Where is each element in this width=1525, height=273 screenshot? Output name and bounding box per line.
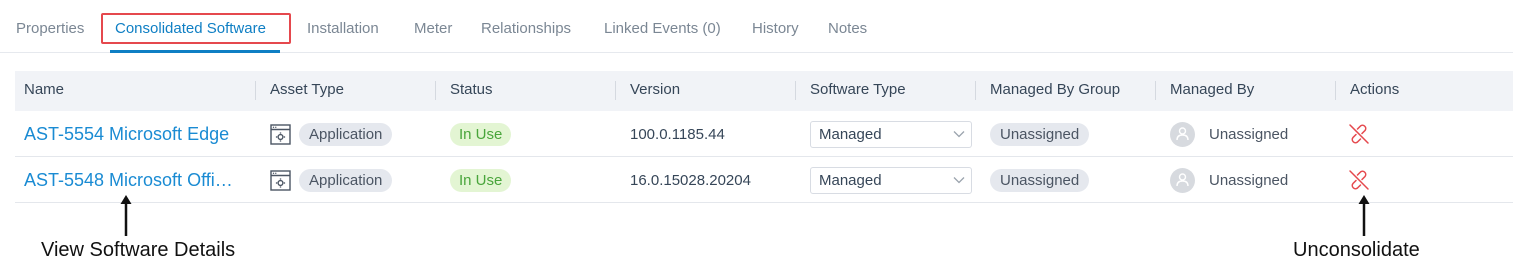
table-row: AST-5554 Microsoft Edge Application In U… xyxy=(15,111,1513,157)
version-cell: 16.0.15028.20204 xyxy=(630,157,751,203)
software-type-select[interactable]: Managed xyxy=(810,120,972,148)
tab-installation[interactable]: Installation xyxy=(307,20,379,37)
tab-meter[interactable]: Meter xyxy=(414,20,452,37)
annotation-unconsolidate: Unconsolidate xyxy=(1293,239,1420,261)
status-cell: In Use xyxy=(450,111,512,157)
asset-type-cell: Application xyxy=(270,157,393,203)
tab-bar: Properties Consolidated Software Install… xyxy=(0,0,1513,53)
chevron-down-icon xyxy=(947,176,971,184)
managed-by-group-cell: Unassigned xyxy=(990,157,1090,203)
status-cell: In Use xyxy=(450,157,512,203)
tab-notes[interactable]: Notes xyxy=(828,20,867,37)
table-row: AST-5548 Microsoft Offi… Application In … xyxy=(15,157,1513,203)
unlink-icon[interactable] xyxy=(1348,169,1370,191)
managed-by-group-badge: Unassigned xyxy=(990,122,1090,146)
asset-type-badge: Application xyxy=(299,122,393,146)
status-badge: In Use xyxy=(450,168,512,192)
tab-properties[interactable]: Properties xyxy=(16,20,84,37)
table-header: Name Asset Type Status Version Software … xyxy=(15,71,1513,111)
software-type-value: Managed xyxy=(819,125,882,143)
managed-by-cell: Unassigned xyxy=(1170,111,1288,157)
tab-history[interactable]: History xyxy=(752,20,799,37)
version-text: 16.0.15028.20204 xyxy=(630,171,751,189)
name-cell: AST-5554 Microsoft Edge xyxy=(24,111,229,157)
column-divider[interactable] xyxy=(975,81,976,100)
annotation-arrow-up-icon xyxy=(120,195,132,236)
column-header-name[interactable]: Name xyxy=(24,71,64,111)
column-divider[interactable] xyxy=(435,81,436,100)
user-avatar-icon xyxy=(1170,167,1195,193)
managed-by-text: Unassigned xyxy=(1209,171,1289,189)
column-header-asset-type[interactable]: Asset Type xyxy=(270,71,344,111)
column-divider[interactable] xyxy=(1155,81,1156,100)
column-divider[interactable] xyxy=(255,81,256,100)
column-divider[interactable] xyxy=(795,81,796,100)
asset-type-cell: Application xyxy=(270,111,393,157)
annotation-arrow-up-icon xyxy=(1358,195,1370,236)
application-icon xyxy=(270,123,291,145)
column-header-actions: Actions xyxy=(1350,81,1400,98)
tab-relationships[interactable]: Relationships xyxy=(481,20,571,37)
annotation-view-software-details: View Software Details xyxy=(41,239,236,261)
column-divider[interactable] xyxy=(615,81,616,100)
column-header-software-type[interactable]: Software Type xyxy=(810,71,906,111)
unlink-icon[interactable] xyxy=(1348,123,1370,145)
chevron-down-icon xyxy=(947,130,971,138)
asset-type-badge: Application xyxy=(299,168,393,192)
actions-cell xyxy=(1348,111,1370,157)
software-type-select[interactable]: Managed xyxy=(810,166,972,194)
column-header-managed-by-group[interactable]: Managed By Group xyxy=(990,71,1120,111)
tab-linked-events[interactable]: Linked Events (0) xyxy=(604,20,721,37)
column-header-version[interactable]: Version xyxy=(630,71,680,111)
column-divider[interactable] xyxy=(1335,81,1336,100)
status-badge: In Use xyxy=(450,122,512,146)
column-header-managed-by[interactable]: Managed By xyxy=(1170,71,1254,111)
consolidated-software-table: Name Asset Type Status Version Software … xyxy=(15,71,1513,203)
software-type-cell: Managed xyxy=(810,157,972,203)
version-text: 100.0.1185.44 xyxy=(630,125,725,143)
column-header-status[interactable]: Status xyxy=(450,71,493,111)
managed-by-cell: Unassigned xyxy=(1170,157,1288,203)
software-type-value: Managed xyxy=(819,171,882,189)
software-name-link[interactable]: AST-5554 Microsoft Edge xyxy=(24,124,229,145)
application-icon xyxy=(270,169,291,191)
user-avatar-icon xyxy=(1170,121,1195,147)
managed-by-group-cell: Unassigned xyxy=(990,111,1090,157)
managed-by-text: Unassigned xyxy=(1209,125,1289,143)
active-tab-indicator xyxy=(110,50,280,53)
software-name-link[interactable]: AST-5548 Microsoft Offi… xyxy=(24,170,233,191)
annotation-highlight-box xyxy=(101,13,291,44)
version-cell: 100.0.1185.44 xyxy=(630,111,725,157)
managed-by-group-badge: Unassigned xyxy=(990,168,1090,192)
software-type-cell: Managed xyxy=(810,111,972,157)
